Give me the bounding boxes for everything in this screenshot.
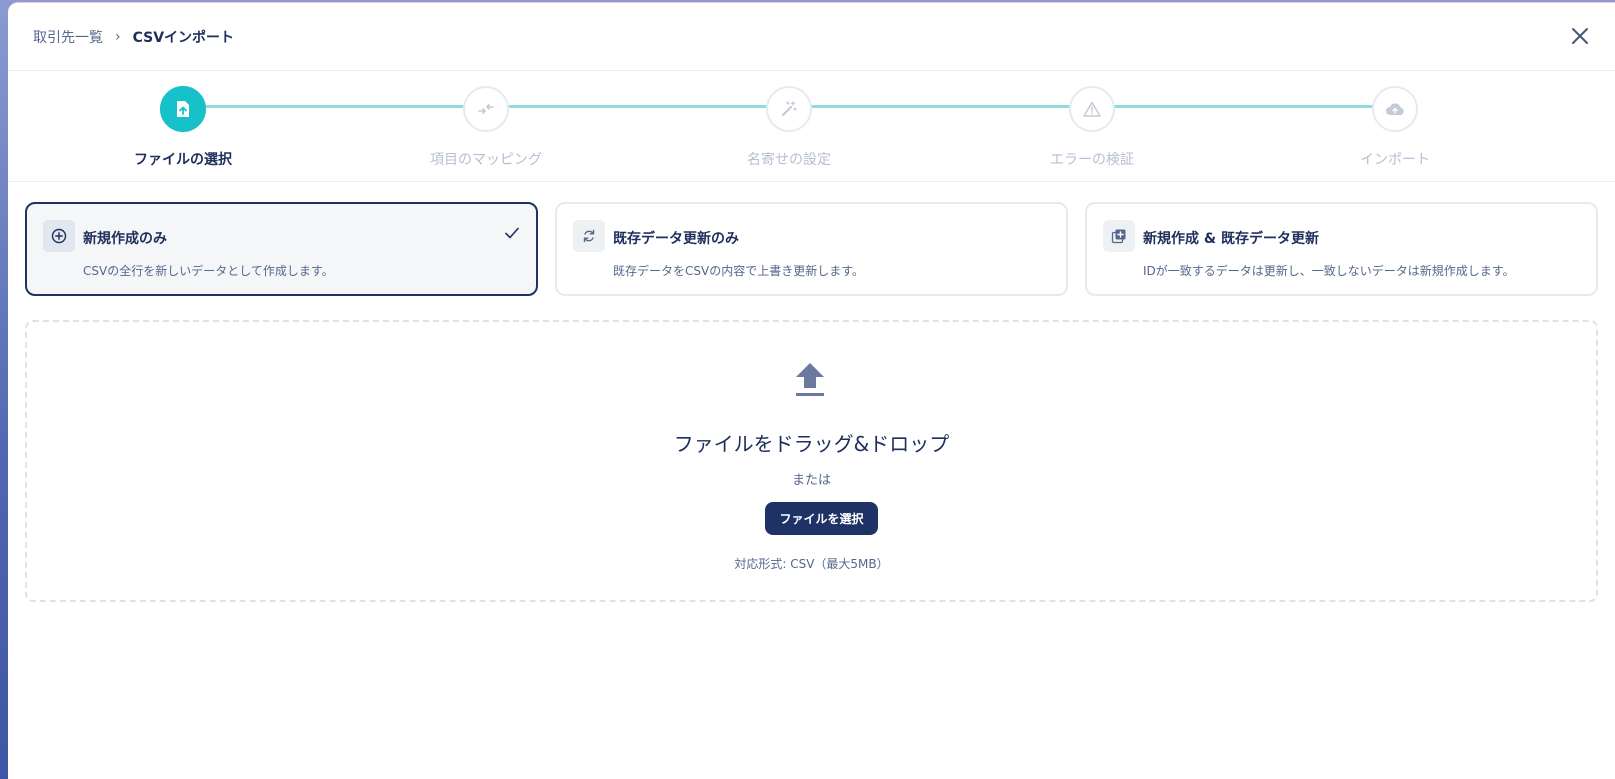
mode-icon-box xyxy=(43,220,75,252)
step-label: ファイルの選択 xyxy=(134,152,232,168)
add-copy-icon xyxy=(1111,229,1126,244)
step-circle xyxy=(1372,86,1418,132)
file-dropzone[interactable]: ファイルをドラッグ&ドロップ または ファイルを選択 対応形式: CSV（最大5… xyxy=(25,320,1598,602)
breadcrumb-current: CSVインポート xyxy=(132,30,235,46)
import-stepper: ファイルの選択 項目のマッピング 名寄せの設定 エラーの検証 インポート xyxy=(8,72,1615,182)
step-circle xyxy=(766,86,812,132)
mode-create-only[interactable]: 新規作成のみ CSVの全行を新しいデータとして作成します。 xyxy=(25,202,538,296)
step-circle xyxy=(463,86,509,132)
supported-format-note: 対応形式: CSV（最大5MB） xyxy=(734,557,889,571)
file-upload-icon xyxy=(177,101,189,117)
step-circle xyxy=(160,86,206,132)
dropzone-title: ファイルをドラッグ&ドロップ xyxy=(673,432,950,456)
warning-icon xyxy=(1083,101,1101,117)
step-circle xyxy=(1069,86,1115,132)
close-icon xyxy=(1572,28,1588,44)
step-label: 項目のマッピング xyxy=(430,152,542,168)
mode-icon-box xyxy=(1103,220,1135,252)
mode-update-only[interactable]: 既存データ更新のみ 既存データをCSVの内容で上書き更新します。 xyxy=(555,202,1068,296)
mapping-arrows-icon xyxy=(478,104,494,114)
breadcrumb: 取引先一覧 › CSVインポート xyxy=(33,27,234,47)
mode-title: 新規作成のみ xyxy=(83,231,167,247)
mode-title: 既存データ更新のみ xyxy=(613,231,739,247)
upload-icon xyxy=(796,363,824,396)
modal-header: 取引先一覧 › CSVインポート xyxy=(8,3,1615,71)
step-field-mapping: 項目のマッピング xyxy=(396,86,576,169)
close-button[interactable] xyxy=(1567,23,1593,49)
step-label: 名寄せの設定 xyxy=(747,152,831,168)
step-error-validation: エラーの検証 xyxy=(1002,86,1182,169)
step-file-select: ファイルの選択 xyxy=(93,86,273,169)
mode-description: 既存データをCSVの内容で上書き更新します。 xyxy=(613,264,865,278)
chevron-right-icon: › xyxy=(115,29,121,45)
mode-description: CSVの全行を新しいデータとして作成します。 xyxy=(83,264,334,278)
checkmark-icon xyxy=(505,227,519,239)
cloud-upload-icon xyxy=(1386,103,1404,115)
step-label: エラーの検証 xyxy=(1050,152,1134,168)
magic-wand-icon xyxy=(781,101,797,117)
step-import: インポート xyxy=(1305,86,1485,169)
breadcrumb-parent-link[interactable]: 取引先一覧 xyxy=(33,27,103,47)
select-file-button[interactable]: ファイルを選択 xyxy=(765,502,878,535)
import-mode-options: 新規作成のみ CSVの全行を新しいデータとして作成します。 既存データ更新のみ … xyxy=(25,202,1598,296)
mode-icon-box xyxy=(573,220,605,252)
step-label: インポート xyxy=(1360,152,1430,168)
step-deduplication: 名寄せの設定 xyxy=(699,86,879,169)
mode-description: IDが一致するデータは更新し、一致しないデータは新規作成します。 xyxy=(1143,264,1515,278)
mode-title: 新規作成 & 既存データ更新 xyxy=(1143,231,1319,247)
dropzone-or-text: または xyxy=(791,473,831,488)
plus-circle-icon xyxy=(51,228,67,244)
csv-import-modal: 取引先一覧 › CSVインポート ファイルの選択 項目のマッピング 名寄せの設定… xyxy=(8,2,1615,779)
refresh-icon xyxy=(583,229,595,243)
mode-create-and-update[interactable]: 新規作成 & 既存データ更新 IDが一致するデータは更新し、一致しないデータは新… xyxy=(1085,202,1598,296)
